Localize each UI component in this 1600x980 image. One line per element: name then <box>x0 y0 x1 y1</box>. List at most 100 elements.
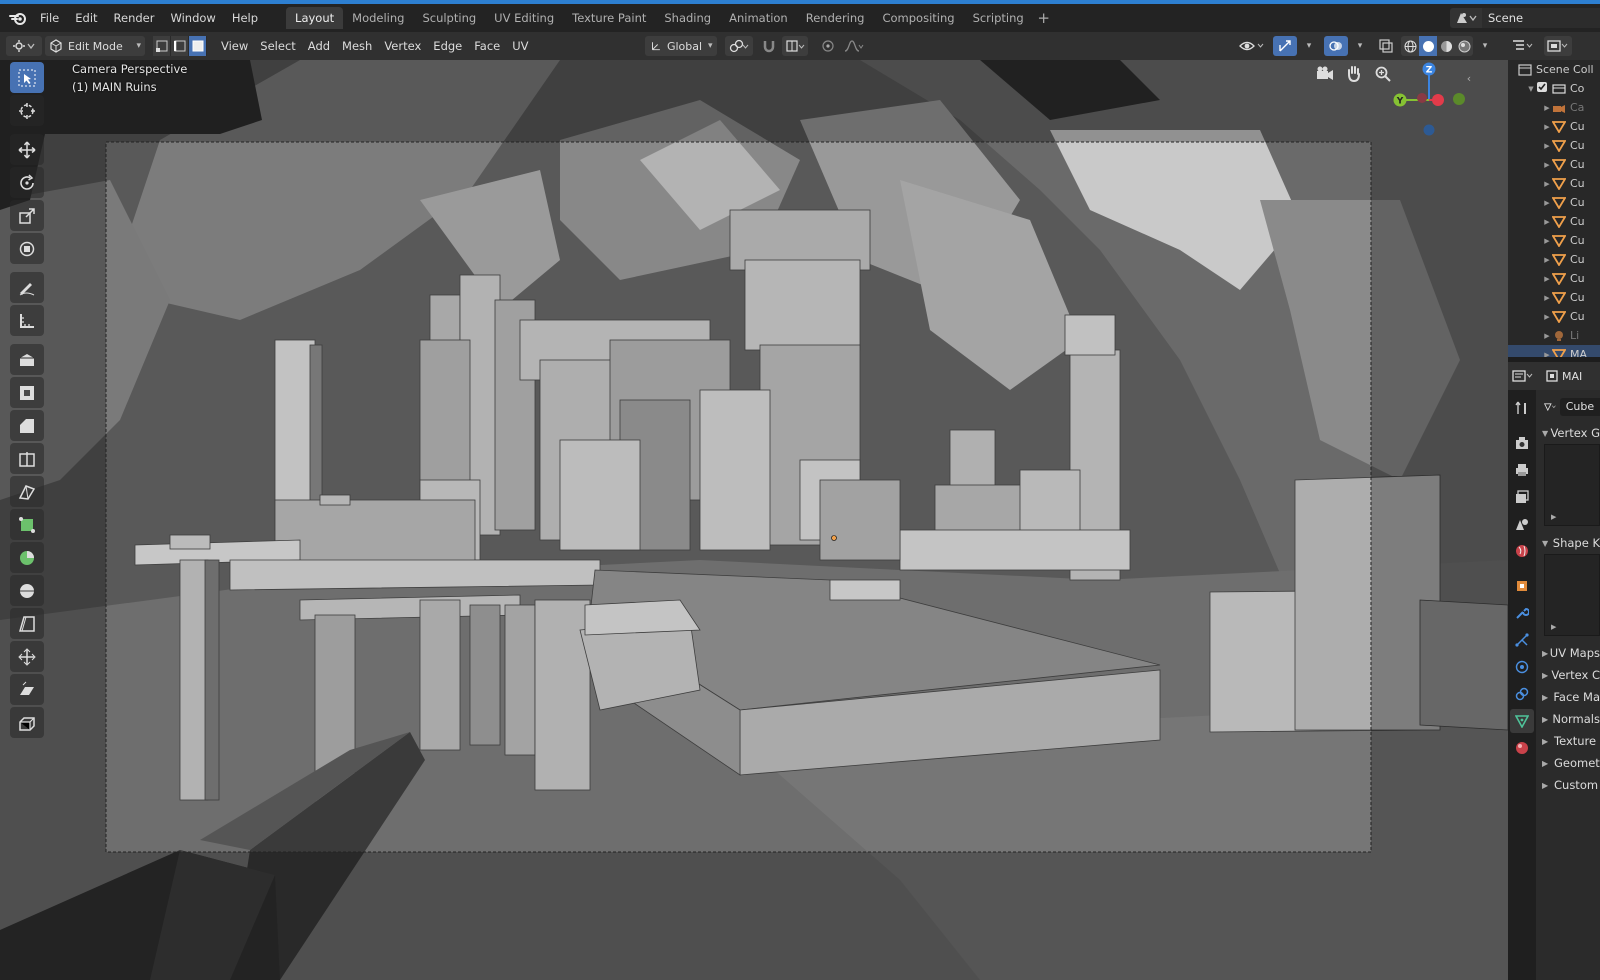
move-tool[interactable] <box>10 134 44 165</box>
scale-tool[interactable] <box>10 200 44 231</box>
chevron-right-icon[interactable]: ▶ <box>1542 332 1552 340</box>
menu-window[interactable]: Window <box>162 8 223 28</box>
outliner-object-row[interactable]: ▶ Cu <box>1508 155 1600 174</box>
tab-view-layer-properties[interactable] <box>1510 485 1534 509</box>
rip-region-tool[interactable] <box>10 707 44 738</box>
tab-layout[interactable]: Layout <box>286 7 344 29</box>
chevron-right-icon[interactable]: ▶ <box>1542 104 1552 112</box>
tab-mesh-data-properties[interactable] <box>1510 709 1534 733</box>
checkbox-icon[interactable] <box>1536 81 1548 96</box>
menu-mesh[interactable]: Mesh <box>336 36 378 56</box>
toggle-camera-view-button[interactable] <box>1313 62 1337 86</box>
solid-shading-button[interactable] <box>1419 36 1437 56</box>
poly-build-tool[interactable] <box>10 509 44 540</box>
measure-tool[interactable] <box>10 305 44 336</box>
menu-edge[interactable]: Edge <box>427 36 468 56</box>
outliner-object-row[interactable]: ▶ Cu <box>1508 136 1600 155</box>
overlays-options-dropdown[interactable]: ▾ <box>1353 36 1367 56</box>
chevron-right-icon[interactable]: ▶ <box>1542 123 1552 131</box>
outliner-object-row[interactable]: ▶ Cu <box>1508 231 1600 250</box>
overlays-toggle[interactable] <box>1324 36 1348 56</box>
menu-uv[interactable]: UV <box>506 36 534 56</box>
tab-rendering[interactable]: Rendering <box>797 7 874 29</box>
tab-sculpting[interactable]: Sculpting <box>413 7 485 29</box>
3d-viewport[interactable]: Camera Perspective (1) MAIN Ruins ‹ Z Y <box>0 60 1508 980</box>
chevron-down-icon[interactable]: ▼ <box>1526 85 1536 93</box>
outliner-object-row[interactable]: ▶ Cu <box>1508 174 1600 193</box>
tab-output-properties[interactable] <box>1510 458 1534 482</box>
chevron-right-icon[interactable]: ▶ <box>1542 256 1552 264</box>
tab-scene-properties[interactable] <box>1510 512 1534 536</box>
rotate-tool[interactable] <box>10 167 44 198</box>
chevron-right-icon[interactable]: ▶ <box>1542 180 1552 188</box>
mesh-data-icon[interactable] <box>1544 400 1557 414</box>
panel-geometry-data[interactable]: ▶ Geomet <box>1536 752 1600 774</box>
chevron-right-icon[interactable]: ▶ <box>1542 218 1552 226</box>
tab-material-properties[interactable] <box>1510 736 1534 760</box>
face-select-mode-button[interactable] <box>189 36 207 56</box>
panel-vertex-groups[interactable]: ▼ Vertex G <box>1536 422 1600 444</box>
tab-object-properties[interactable] <box>1510 574 1534 598</box>
inset-faces-tool[interactable] <box>10 377 44 408</box>
gizmo-neg-z-axis[interactable] <box>1423 124 1435 136</box>
chevron-right-icon[interactable]: ▶ <box>1542 199 1552 207</box>
xray-toggle[interactable] <box>1375 36 1397 56</box>
tab-animation[interactable]: Animation <box>720 7 797 29</box>
chevron-right-icon[interactable]: ▶ <box>1542 161 1552 169</box>
menu-edit[interactable]: Edit <box>67 8 105 28</box>
gizmo-toggle[interactable] <box>1273 36 1297 56</box>
menu-face[interactable]: Face <box>468 36 506 56</box>
scene-name-field[interactable]: Scene <box>1482 8 1600 28</box>
outliner-collection-row[interactable]: ▼ Co <box>1508 79 1600 98</box>
outliner-editor-type[interactable] <box>1512 39 1534 53</box>
smooth-tool[interactable] <box>10 575 44 606</box>
outliner-object-row[interactable]: ▶ Cu <box>1508 269 1600 288</box>
chevron-right-icon[interactable]: ▶ <box>1542 351 1552 358</box>
tab-scripting[interactable]: Scripting <box>964 7 1033 29</box>
navigation-gizmo[interactable]: Z Y <box>1386 60 1476 140</box>
transform-tool[interactable] <box>10 233 44 264</box>
panel-uv-maps[interactable]: ▶ UV Maps <box>1536 642 1600 664</box>
menu-render[interactable]: Render <box>106 8 163 28</box>
tab-modifier-properties[interactable] <box>1510 601 1534 625</box>
properties-editor-type[interactable] <box>1512 369 1534 383</box>
menu-add[interactable]: Add <box>302 36 336 56</box>
chevron-right-icon[interactable]: ▶ <box>1542 237 1552 245</box>
menu-file[interactable]: File <box>32 8 67 28</box>
panel-shape-keys[interactable]: ▼ Shape K <box>1536 532 1600 554</box>
outliner-object-row[interactable]: ▶ Cu <box>1508 288 1600 307</box>
outliner-object-row[interactable]: ▶ Li <box>1508 326 1600 345</box>
outliner-object-row[interactable]: ▶ Cu <box>1508 307 1600 326</box>
add-workspace-button[interactable]: + <box>1033 7 1055 29</box>
scene-icon[interactable] <box>1450 8 1482 28</box>
tab-texture-paint[interactable]: Texture Paint <box>563 7 655 29</box>
rendered-shading-button[interactable] <box>1455 36 1473 56</box>
menu-vertex[interactable]: Vertex <box>378 36 427 56</box>
edge-slide-tool[interactable] <box>10 608 44 639</box>
display-mode-dropdown[interactable] <box>1544 36 1572 56</box>
shape-keys-list[interactable]: ▶ <box>1544 554 1600 636</box>
wireframe-shading-button[interactable] <box>1401 36 1419 56</box>
outliner-object-row[interactable]: ▶ Cu <box>1508 117 1600 136</box>
shear-tool[interactable] <box>10 674 44 705</box>
tab-modeling[interactable]: Modeling <box>343 7 413 29</box>
select-box-tool[interactable] <box>10 62 44 93</box>
tab-physics-properties[interactable] <box>1510 655 1534 679</box>
tab-compositing[interactable]: Compositing <box>873 7 963 29</box>
shading-options-dropdown[interactable]: ▾ <box>1478 36 1492 56</box>
tab-constraint-properties[interactable] <box>1510 682 1534 706</box>
blender-logo-icon[interactable] <box>4 4 32 32</box>
knife-tool[interactable] <box>10 476 44 507</box>
chevron-right-icon[interactable]: ▶ <box>1542 313 1552 321</box>
proportional-editing-toggle[interactable] <box>818 36 838 56</box>
object-visibility-dropdown[interactable] <box>1236 36 1268 56</box>
outliner-object-row[interactable]: ▶ Cu <box>1508 250 1600 269</box>
panel-custom-properties[interactable]: ▶ Custom <box>1536 774 1600 796</box>
tab-particle-properties[interactable] <box>1510 628 1534 652</box>
menu-select[interactable]: Select <box>254 36 301 56</box>
vertex-groups-list[interactable]: ▶ <box>1544 444 1600 526</box>
menu-view[interactable]: View <box>215 36 254 56</box>
tab-tool-properties[interactable] <box>1510 396 1534 420</box>
panel-face-maps[interactable]: ▶ Face Ma <box>1536 686 1600 708</box>
menu-help[interactable]: Help <box>224 8 266 28</box>
